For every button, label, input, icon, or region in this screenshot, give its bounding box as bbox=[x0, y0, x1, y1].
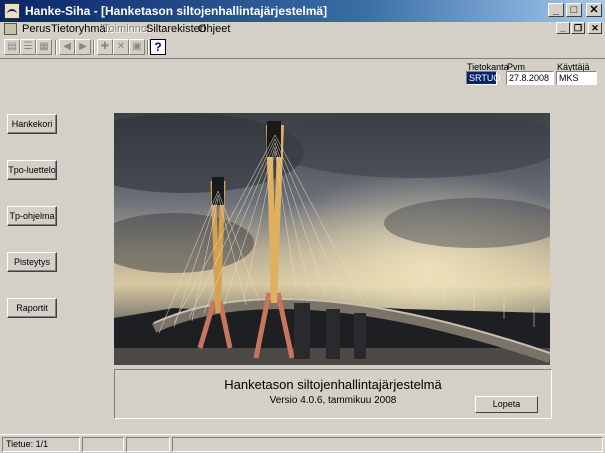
tp-ohjelma-button[interactable]: Tp-ohjelma bbox=[7, 206, 57, 226]
menu-tietoryhmat[interactable]: Tietoryhmät bbox=[51, 23, 109, 35]
raportit-button[interactable]: Raportit bbox=[7, 298, 57, 318]
toolbar: ▤ ☰ ▦ ◀ ▶ ✚ ✕ ▣ ? bbox=[0, 37, 605, 59]
toolbar-separator bbox=[147, 40, 149, 55]
title-bar: Hanke-Siha - [Hanketason siltojenhallint… bbox=[0, 0, 605, 22]
user-field[interactable]: MKS bbox=[556, 71, 597, 85]
maximize-button[interactable]: □ bbox=[566, 3, 582, 17]
next-icon[interactable]: ▶ bbox=[75, 39, 91, 55]
date-field[interactable]: 27.8.2008 bbox=[506, 71, 554, 85]
list-icon[interactable]: ☰ bbox=[20, 39, 36, 55]
status-cell bbox=[126, 437, 170, 452]
mdi-close-button[interactable]: ✕ bbox=[588, 22, 602, 34]
toolbar-separator bbox=[93, 40, 95, 55]
help-icon[interactable]: ? bbox=[150, 39, 166, 55]
close-button[interactable]: ✕ bbox=[586, 3, 602, 17]
status-bar: Tietue: 1/1 bbox=[0, 434, 605, 453]
prev-icon[interactable]: ◀ bbox=[59, 39, 75, 55]
hankekori-button[interactable]: Hankekori bbox=[7, 114, 57, 134]
delete-icon[interactable]: ✕ bbox=[113, 39, 129, 55]
exit-button[interactable]: Lopeta bbox=[475, 396, 538, 413]
tpo-luettelo-button[interactable]: Tpo-luettelo bbox=[7, 160, 57, 180]
window-title: Hanke-Siha - [Hanketason siltojenhallint… bbox=[25, 4, 328, 18]
toolbar-separator bbox=[55, 40, 57, 55]
minimize-button[interactable]: _ bbox=[548, 3, 564, 17]
status-cell bbox=[172, 437, 603, 452]
menu-ohjeet[interactable]: Ohjeet bbox=[198, 23, 230, 35]
mdi-restore-button[interactable]: ❐ bbox=[571, 22, 585, 34]
bridge-photo bbox=[114, 113, 550, 365]
grid-icon[interactable]: ▦ bbox=[36, 39, 52, 55]
system-title: Hanketason siltojenhallintajärjestelmä bbox=[224, 377, 442, 392]
pisteytys-button[interactable]: Pisteytys bbox=[7, 252, 57, 272]
mdi-minimize-button[interactable]: _ bbox=[556, 22, 570, 34]
report-icon[interactable]: ▤ bbox=[4, 39, 20, 55]
menu-toiminnot: Toiminnot bbox=[103, 23, 151, 35]
save-icon[interactable]: ▣ bbox=[129, 39, 145, 55]
menu-siltarekisteri[interactable]: Siltarekisteri bbox=[146, 23, 206, 35]
bridge-app-icon[interactable] bbox=[4, 3, 20, 19]
document-icon[interactable] bbox=[4, 23, 17, 35]
status-cell bbox=[82, 437, 124, 452]
menu-perus[interactable]: Perus bbox=[22, 23, 51, 35]
database-field[interactable]: SRTUO bbox=[466, 71, 500, 85]
record-status: Tietue: 1/1 bbox=[2, 437, 80, 452]
menu-bar: Perus Tietoryhmät Toiminnot Siltarekiste… bbox=[0, 22, 605, 37]
add-icon[interactable]: ✚ bbox=[97, 39, 113, 55]
